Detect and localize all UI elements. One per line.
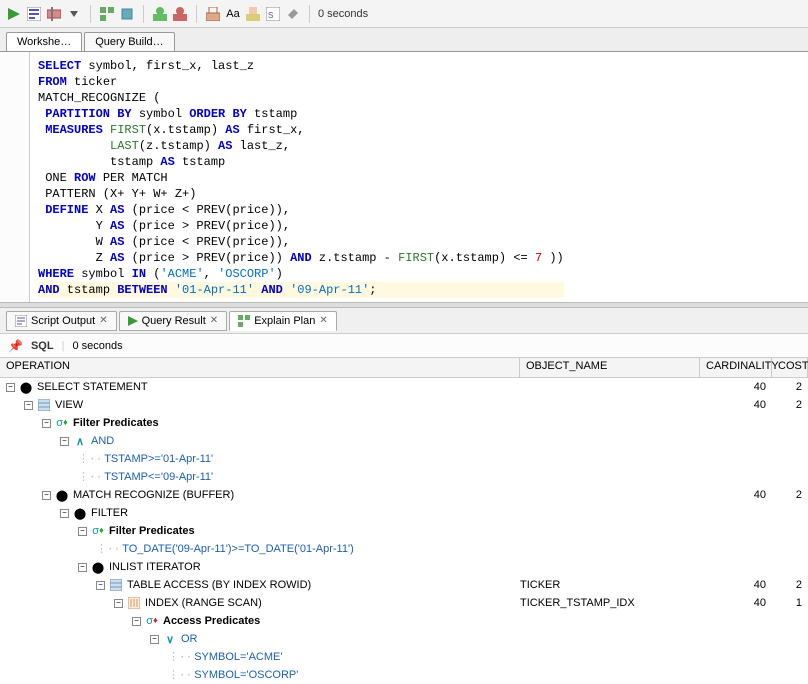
plan-row[interactable]: −⬤MATCH RECOGNIZE (BUFFER) 40 2 [0, 486, 808, 504]
plan-tree: −⬤SELECT STATEMENT 40 2 −VIEW 40 2 −σ♦Fi… [0, 378, 808, 684]
close-icon[interactable]: ✕ [210, 315, 218, 326]
worksheet-tabbar: Workshe… Query Build… [0, 28, 808, 52]
run-small-icon [128, 316, 138, 326]
tree-icon [238, 315, 250, 327]
plan-row[interactable]: −∨OR [0, 630, 808, 648]
tree-line: ⋮·· [78, 452, 102, 466]
filter-icon: σ♦ [55, 417, 69, 429]
commit2-icon[interactable] [152, 6, 168, 22]
tree-line: ⋮·· [168, 668, 192, 682]
explain-icon[interactable] [99, 6, 115, 22]
plan-row[interactable]: −σ♦Filter Predicates [0, 414, 808, 432]
result-tabbar: Script Output ✕ Query Result ✕ Explain P… [0, 308, 808, 334]
table-icon [37, 399, 51, 411]
tree-line: ⋮·· [78, 470, 102, 484]
or-icon: ∨ [163, 633, 177, 646]
node-icon: ⬤ [73, 507, 87, 520]
col-cardinality[interactable]: CARDINALITY [700, 358, 772, 377]
plan-row[interactable]: −∧AND [0, 432, 808, 450]
plan-row[interactable]: −TABLE ACCESS (BY INDEX ROWID) TICKER 40… [0, 576, 808, 594]
plan-header: OPERATION OBJECT_NAME CARDINALITY COST [0, 358, 808, 378]
col-cost[interactable]: COST [772, 358, 808, 377]
sqlhist-icon[interactable]: S [265, 6, 281, 22]
access-icon: σ♦ [145, 615, 159, 627]
tree-line: ⋮·· [168, 650, 192, 664]
plan-row[interactable]: ⋮··TO_DATE('09-Apr-11')>=TO_DATE('01-Apr… [0, 540, 808, 558]
collapse-icon[interactable]: − [42, 419, 51, 428]
plan-row[interactable]: −σ♦Access Predicates [0, 612, 808, 630]
commit-icon[interactable] [119, 6, 135, 22]
plan-row[interactable]: −⬤SELECT STATEMENT 40 2 [0, 378, 808, 396]
col-operation[interactable]: OPERATION [0, 358, 520, 377]
run-script-icon[interactable] [26, 6, 42, 22]
toolbar-time: 0 seconds [318, 8, 368, 20]
collapse-icon[interactable]: − [114, 599, 123, 608]
dropdown-icon[interactable] [66, 6, 82, 22]
node-icon: ⬤ [55, 489, 69, 502]
editor-gutter [0, 52, 30, 302]
collapse-icon[interactable]: − [6, 383, 15, 392]
tab-query-result[interactable]: Query Result ✕ [119, 311, 228, 331]
and-icon: ∧ [73, 435, 87, 448]
plan-row[interactable]: ⋮··SYMBOL='ACME' [0, 648, 808, 666]
collapse-icon[interactable]: − [150, 635, 159, 644]
plan-row[interactable]: −⬤FILTER [0, 504, 808, 522]
collapse-icon[interactable]: − [24, 401, 33, 410]
tab-query-label: Query Result [142, 315, 206, 327]
rollback-icon[interactable] [172, 6, 188, 22]
tab-worksheet[interactable]: Workshe… [6, 32, 82, 51]
plan-row[interactable]: −σ♦Filter Predicates [0, 522, 808, 540]
node-icon: ⬤ [91, 561, 105, 574]
tree-line: ⋮·· [96, 542, 120, 556]
result-time: 0 seconds [72, 340, 122, 352]
collapse-icon[interactable]: − [60, 437, 69, 446]
col-object[interactable]: OBJECT_NAME [520, 358, 700, 377]
collapse-icon[interactable]: − [96, 581, 105, 590]
collapse-icon[interactable]: − [78, 563, 87, 572]
svg-text:S: S [268, 11, 273, 20]
close-icon[interactable]: ✕ [99, 315, 107, 326]
collapse-icon[interactable]: − [78, 527, 87, 536]
unshared-icon[interactable] [205, 6, 221, 22]
plan-row[interactable]: ⋮··SYMBOL='OSCORP' [0, 666, 808, 684]
collapse-icon[interactable]: − [132, 617, 141, 626]
plan-row[interactable]: ⋮··TSTAMP>='01-Apr-11' [0, 450, 808, 468]
clear-icon[interactable] [245, 6, 261, 22]
wrench-icon[interactable] [285, 6, 301, 22]
index-icon [127, 597, 141, 609]
node-icon: ⬤ [19, 381, 33, 394]
plan-row[interactable]: −⬤INLIST ITERATOR [0, 558, 808, 576]
collapse-icon[interactable]: − [42, 491, 51, 500]
plan-row[interactable]: −INDEX (RANGE SCAN) TICKER_TSTAMP_IDX 40… [0, 594, 808, 612]
run-icon[interactable] [6, 6, 22, 22]
sql-button[interactable]: SQL [31, 340, 54, 352]
autotrace-icon[interactable] [46, 6, 62, 22]
sql-text[interactable]: SELECT symbol, first_x, last_z FROM tick… [30, 52, 572, 302]
tab-script-output[interactable]: Script Output ✕ [6, 311, 117, 331]
close-icon[interactable]: ✕ [319, 315, 327, 326]
collapse-icon[interactable]: − [60, 509, 69, 518]
pin-icon[interactable]: 📌 [8, 339, 23, 353]
result-toolbar: 📌 SQL | 0 seconds [0, 334, 808, 358]
tab-script-label: Script Output [31, 315, 95, 327]
case-icon[interactable]: Aa [225, 6, 241, 22]
tab-querybuilder[interactable]: Query Build… [84, 32, 174, 51]
tab-explain-label: Explain Plan [254, 315, 315, 327]
sql-editor[interactable]: SELECT symbol, first_x, last_z FROM tick… [0, 52, 808, 302]
script-output-icon [15, 315, 27, 327]
filter-icon: σ♦ [91, 525, 105, 537]
plan-row[interactable]: −VIEW 40 2 [0, 396, 808, 414]
toolbar: Aa S 0 seconds [0, 0, 808, 28]
plan-row[interactable]: ⋮··TSTAMP<='09-Apr-11' [0, 468, 808, 486]
table-icon [109, 579, 123, 591]
tab-explain-plan[interactable]: Explain Plan ✕ [229, 311, 337, 331]
